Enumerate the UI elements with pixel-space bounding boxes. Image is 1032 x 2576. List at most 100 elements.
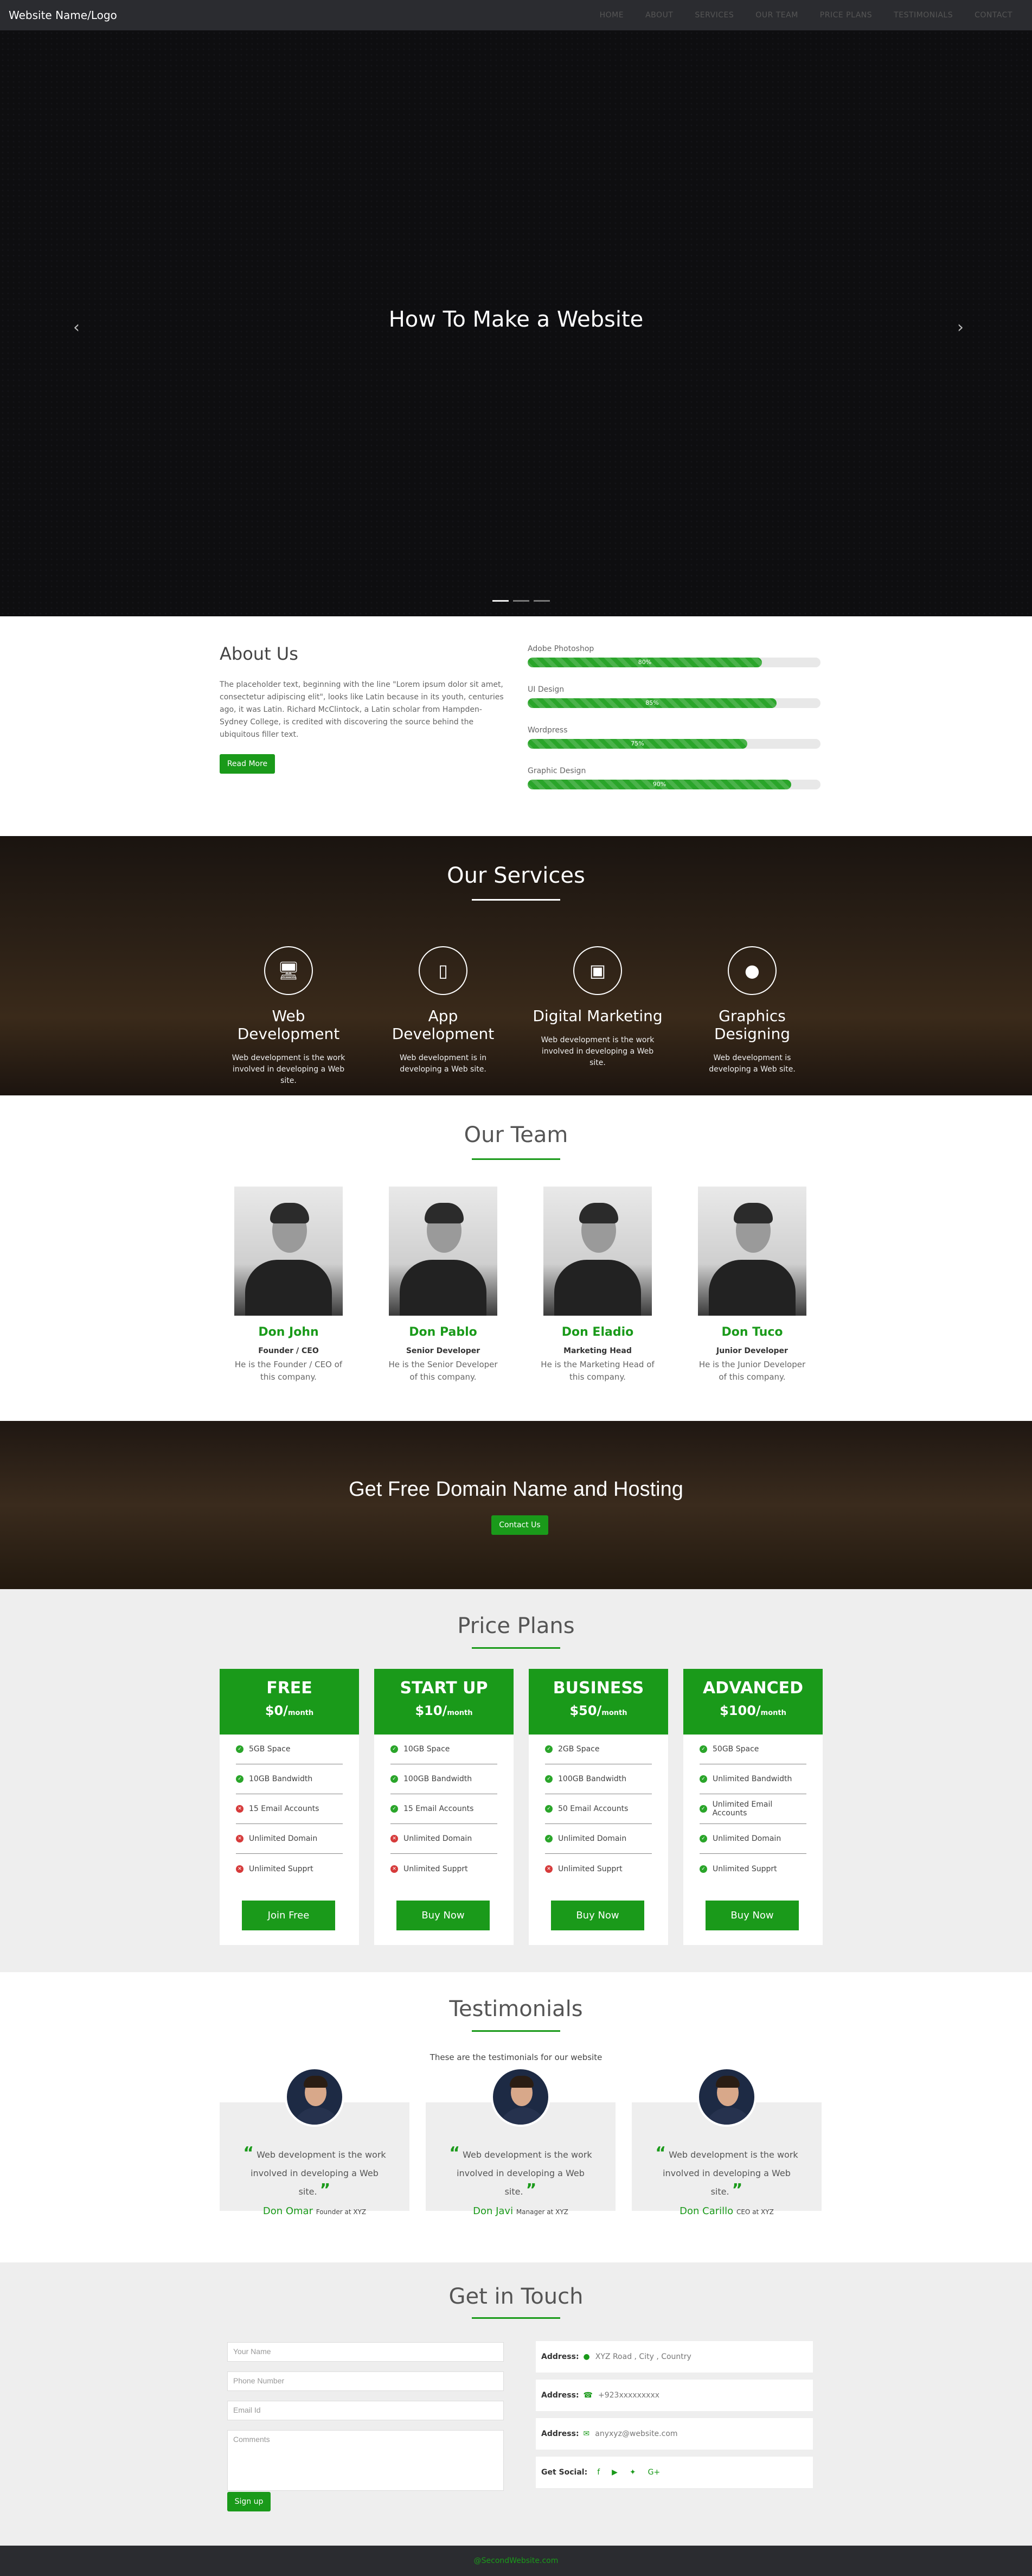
plan-name: START UP — [400, 1679, 488, 1698]
team-title: Our Team — [464, 1123, 568, 1147]
testimonial-card: “ Web development is the work involved i… — [426, 2067, 616, 2217]
about-section: About Us The placeholder text, beginning… — [0, 616, 1032, 836]
about-title: About Us — [220, 643, 298, 664]
check-circle-icon: ✓ — [545, 1835, 553, 1842]
check-circle-icon: ✓ — [700, 1865, 707, 1873]
team-member: Don Tuco Junior Developer He is the Juni… — [684, 1187, 820, 1383]
check-circle-icon: ✓ — [700, 1835, 707, 1842]
check-circle-icon: ✓ — [236, 1775, 243, 1783]
plan-feature: ✓ 50GB Space — [700, 1735, 806, 1764]
feature-label: 50GB Space — [713, 1745, 759, 1754]
price-plans-section: Price Plans FREE $0/month ✓ 5GB Space ✓ 10GB … — [0, 1589, 1032, 1972]
prices-title: Price Plans — [457, 1614, 575, 1638]
nav-price-plans[interactable]: PRICE PLANS — [809, 11, 883, 20]
skill-photoshop: Adobe Photoshop 80% — [528, 645, 821, 667]
social-row: Get Social: f ▶ ✦ G+ — [536, 2457, 813, 2488]
member-name: Don Tuco — [721, 1325, 783, 1339]
name-input[interactable]: Your Name — [227, 2342, 504, 2362]
feature-label: Unlimited Supprt — [713, 1864, 777, 1873]
check-circle-icon: ✓ — [236, 1745, 243, 1753]
comments-textarea[interactable]: Comments — [227, 2430, 504, 2491]
team-member: Don Pablo Senior Developer He is the Sen… — [375, 1187, 511, 1383]
mobile-icon: ▯ — [419, 946, 467, 995]
indicator-2[interactable] — [513, 600, 529, 602]
plan-header: START UP $10/month — [374, 1669, 514, 1735]
indicator-1[interactable] — [492, 600, 509, 602]
feature-label: Unlimited Domain — [249, 1834, 318, 1843]
skill-wordpress: Wordpress 75% — [528, 726, 821, 749]
plan-button[interactable]: Buy Now — [396, 1901, 490, 1930]
service-title: Digital Marketing — [533, 1007, 663, 1025]
nav-contact[interactable]: CONTACT — [964, 11, 1023, 20]
twitter-icon[interactable]: ✦ — [630, 2468, 636, 2477]
indicator-3[interactable] — [534, 600, 550, 602]
plan-button[interactable]: Join Free — [242, 1901, 335, 1930]
feature-label: Unlimited Bandwidth — [713, 1775, 792, 1783]
sign-up-button[interactable]: Sign up — [227, 2492, 271, 2511]
skill-bar: 75% — [528, 739, 747, 749]
member-photo — [389, 1187, 497, 1316]
plan-feature: ✓ 100GB Bandwidth — [545, 1764, 652, 1794]
chevron-right-icon[interactable]: › — [957, 318, 964, 337]
plan-header: FREE $0/month — [220, 1669, 359, 1735]
skill-label: Adobe Photoshop — [528, 645, 594, 653]
service-card: ▯ App Development Web development is in … — [375, 946, 511, 1075]
check-circle-icon: ✓ — [700, 1775, 707, 1783]
check-circle-icon: ✓ — [700, 1805, 707, 1813]
testimonial-card: “ Web development is the work involved i… — [632, 2067, 822, 2217]
footer: @SecondWebsite.com — [0, 2546, 1032, 2576]
info-value: XYZ Road , City , Country — [595, 2352, 691, 2361]
youtube-icon[interactable]: ▶ — [612, 2468, 618, 2477]
feature-label: 50 Email Accounts — [558, 1805, 629, 1813]
member-photo — [234, 1187, 343, 1316]
paw-icon: ● — [728, 946, 777, 995]
plan-feature: ✓ 15 Email Accounts — [390, 1794, 497, 1824]
testimonial-quote: Web development is the work involved in … — [457, 2150, 592, 2197]
contact-title: Get in Touch — [448, 2284, 584, 2309]
title-underline — [472, 1647, 560, 1649]
contact-us-button[interactable]: Contact Us — [491, 1515, 548, 1535]
nav-home[interactable]: HOME — [589, 11, 634, 20]
service-text: Web development is the work involved in … — [541, 1036, 655, 1067]
plan-button[interactable]: Buy Now — [551, 1901, 644, 1930]
read-more-button[interactable]: Read More — [220, 754, 275, 774]
plan-price: $50/ — [569, 1703, 602, 1718]
phone-input[interactable]: Phone Number — [227, 2371, 504, 2391]
plan-button[interactable]: Buy Now — [706, 1901, 799, 1930]
footer-text[interactable]: @SecondWebsite.com — [474, 2556, 559, 2565]
facebook-icon[interactable]: f — [597, 2468, 600, 2477]
testimonials-section: Testimonials These are the testimonials … — [0, 1972, 1032, 2262]
member-name: Don Eladio — [561, 1325, 634, 1339]
nav-services[interactable]: SERVICES — [684, 11, 745, 20]
plan-feature: ✕ Unlimited Domain — [236, 1824, 343, 1854]
quote-close-icon: ” — [525, 2180, 537, 2199]
nav-testimonials[interactable]: TESTIMONIALS — [883, 11, 964, 20]
navbar: Website Name/Logo HOME ABOUT SERVICES OU… — [0, 0, 1032, 30]
plan-header: ADVANCED $100/month — [683, 1669, 823, 1735]
plan-feature: ✕ 15 Email Accounts — [236, 1794, 343, 1824]
feature-label: 15 Email Accounts — [249, 1805, 319, 1813]
testimonial-name: Don Javi — [473, 2205, 514, 2217]
feature-label: Unlimited Supprt — [403, 1864, 468, 1873]
nav-team[interactable]: OUR TEAM — [745, 11, 809, 20]
plan-name: FREE — [266, 1679, 312, 1698]
info-label: Address: — [541, 2352, 579, 2361]
x-circle-icon: ✕ — [545, 1865, 553, 1873]
plan-feature: ✕ Unlimited Supprt — [390, 1854, 497, 1884]
nav-about[interactable]: ABOUT — [634, 11, 684, 20]
services-title: Our Services — [447, 863, 585, 888]
email-row: Address: ✉ anyxyz@website.com — [536, 2418, 813, 2450]
email-input[interactable]: Email Id — [227, 2401, 504, 2420]
plan-card: START UP $10/month ✓ 10GB Space ✓ 100GB Bandw… — [374, 1669, 514, 1945]
plan-card: BUSINESS $50/month ✓ 2GB Space ✓ 100GB Bandwi… — [529, 1669, 668, 1945]
skill-bar: 90% — [528, 780, 791, 789]
plan-unit: month — [601, 1709, 627, 1717]
google-plus-icon[interactable]: G+ — [648, 2468, 661, 2477]
about-text: The placeholder text, beginning with the… — [220, 680, 504, 739]
feature-label: 10GB Space — [403, 1745, 450, 1754]
avatar — [285, 2067, 344, 2127]
testimonials-subtitle: These are the testimonials for our websi… — [430, 2052, 602, 2062]
title-underline — [472, 1158, 560, 1160]
brand-logo[interactable]: Website Name/Logo — [9, 9, 117, 22]
info-label: Address: — [541, 2391, 579, 2400]
